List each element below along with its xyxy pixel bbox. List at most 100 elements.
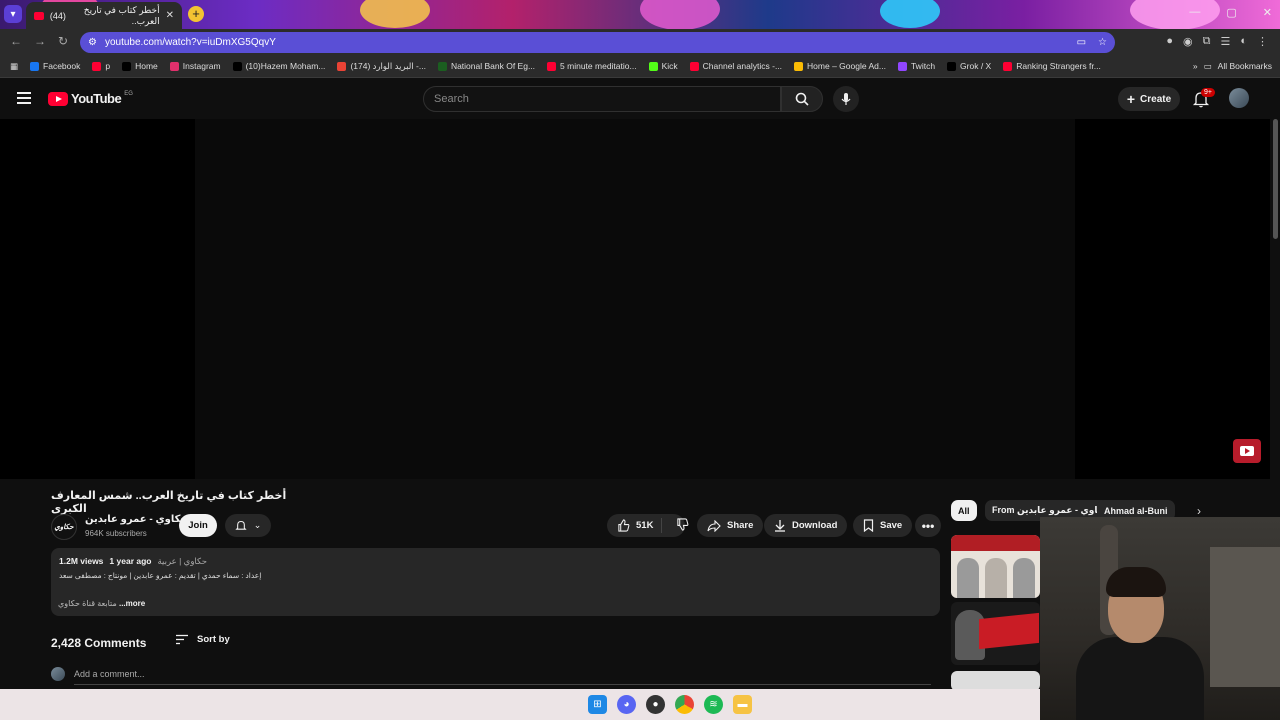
forward-icon[interactable]: → xyxy=(34,34,46,48)
voice-search-button[interactable] xyxy=(833,86,859,112)
sort-label: Sort by xyxy=(197,634,230,645)
sort-comments-button[interactable]: Sort by xyxy=(175,634,230,645)
download-icon xyxy=(775,520,785,532)
user-avatar xyxy=(51,667,65,681)
add-comment-row[interactable]: Add a comment... xyxy=(51,667,145,681)
back-icon[interactable]: ← xyxy=(10,34,22,48)
more-horizontal-icon: ••• xyxy=(921,518,935,533)
bookmark-favicon-icon xyxy=(437,61,447,71)
bookmark-item[interactable]: Ranking Strangers fr... xyxy=(997,61,1107,72)
app-icon[interactable]: ● xyxy=(646,695,665,714)
bookmark-item[interactable]: Grok / X xyxy=(941,61,997,72)
new-tab-button[interactable]: + xyxy=(188,6,204,22)
menu-icon[interactable]: ⋮ xyxy=(1257,35,1268,48)
bookmark-label: Home – Google Ad... xyxy=(807,61,886,71)
bookmark-favicon-icon xyxy=(122,61,132,71)
bookmark-favicon-icon xyxy=(232,61,242,71)
account-avatar[interactable] xyxy=(1229,88,1249,108)
create-button[interactable]: + Create xyxy=(1118,87,1180,111)
chevron-right-icon: » xyxy=(1192,61,1198,71)
thumbnail-banner xyxy=(979,612,1039,650)
recommended-video-thumbnail[interactable] xyxy=(951,671,1040,691)
bookmark-favicon-icon xyxy=(337,61,347,71)
bookmark-item[interactable]: Home xyxy=(116,61,164,72)
recommended-video-thumbnail[interactable] xyxy=(951,535,1040,598)
video-frame[interactable] xyxy=(195,119,1075,479)
bookmark-label: (174) البريد الوارد -... xyxy=(350,60,426,71)
youtube-header: YouTube EG Search + Create 9+ xyxy=(0,79,1280,119)
extensions-puzzle-icon[interactable]: ⧉ xyxy=(1203,35,1211,48)
scrollbar-thumb[interactable] xyxy=(1273,119,1278,239)
guide-menu-icon[interactable] xyxy=(17,92,31,104)
youtube-logo[interactable]: YouTube EG xyxy=(48,91,133,106)
description-box[interactable]: 1.2M views 1 year ago حكاوي | عربية إعدا… xyxy=(51,548,940,616)
download-button[interactable]: Download xyxy=(764,514,848,537)
address-bar[interactable]: ⚙ youtube.com/watch?v=iuDmXG5QqvY ▭ ☆ xyxy=(80,32,1115,53)
search-button[interactable] xyxy=(781,86,823,112)
close-window-icon[interactable]: ✕ xyxy=(1263,6,1272,19)
bookmark-item[interactable]: Facebook xyxy=(24,61,86,72)
bookmark-label: National Bank Of Eg... xyxy=(450,61,536,71)
extension-icon[interactable]: ● xyxy=(1166,35,1173,48)
video-player[interactable] xyxy=(0,119,1270,479)
webcam-person-hair xyxy=(1106,567,1166,597)
bookmark-item[interactable]: 5 minute meditatio... xyxy=(541,61,643,72)
channel-avatar[interactable]: حكاوي xyxy=(51,514,77,540)
save-button[interactable]: Save xyxy=(853,514,913,537)
share-button[interactable]: Share xyxy=(697,514,764,537)
bell-icon xyxy=(235,520,247,530)
site-info-icon[interactable]: ⚙ xyxy=(88,37,97,48)
like-count: 51K xyxy=(636,520,654,531)
bookmark-star-icon[interactable]: ☆ xyxy=(1098,37,1107,48)
more-actions-button[interactable]: ••• xyxy=(915,514,941,537)
create-label: Create xyxy=(1140,93,1172,105)
tab-search-button[interactable]: ▾ xyxy=(4,5,22,23)
close-tab-icon[interactable]: ✕ xyxy=(166,10,174,21)
bookmark-item[interactable]: Kick xyxy=(643,61,684,72)
add-comment-input[interactable]: Add a comment... xyxy=(74,669,145,679)
minimize-icon[interactable]: — xyxy=(1189,6,1200,19)
youtube-watermark-icon[interactable] xyxy=(1233,439,1261,463)
cast-icon[interactable]: ▭ xyxy=(1077,37,1086,48)
bookmark-item[interactable]: (10)Hazem Moham... xyxy=(227,61,332,72)
bookmark-item[interactable]: National Bank Of Eg... xyxy=(432,61,541,72)
chip-all[interactable]: All xyxy=(951,500,977,521)
bookmark-item[interactable]: Instagram xyxy=(164,61,227,72)
bookmark-item[interactable]: p xyxy=(86,61,116,72)
search-input[interactable]: Search xyxy=(423,86,781,112)
dislike-button[interactable] xyxy=(668,517,697,534)
discord-icon[interactable]: ◕ xyxy=(617,695,636,714)
recommended-video-thumbnail[interactable] xyxy=(951,602,1040,665)
bookmark-label: Facebook xyxy=(43,61,81,71)
channel-name[interactable]: حكاوي - عمرو عابدين xyxy=(85,514,188,525)
windows-start-icon[interactable]: ⊞ xyxy=(588,695,607,714)
bookmark-item[interactable]: Channel analytics -... xyxy=(684,61,788,72)
join-button[interactable]: Join xyxy=(179,514,217,537)
like-button[interactable]: 51K xyxy=(607,518,663,533)
reload-icon[interactable]: ↻ xyxy=(58,34,68,48)
video-title: أخطر كتاب في تاريخ العرب.. شمس المعارف ا… xyxy=(51,490,287,515)
description-tags[interactable]: حكاوي | عربية xyxy=(157,556,206,567)
profile-icon[interactable]: ◐ xyxy=(1240,35,1247,48)
reading-list-icon[interactable]: ☰ xyxy=(1220,35,1230,48)
windows-taskbar: ⊞ ◕ ● ≋ ▬ xyxy=(0,689,1040,720)
show-more-button[interactable]: ...more xyxy=(119,599,145,608)
file-explorer-icon[interactable]: ▬ xyxy=(733,695,752,714)
subscription-bell-button[interactable]: ⌄ xyxy=(225,514,271,537)
bookmark-label: Home xyxy=(135,61,158,71)
extension-icon[interactable]: ◉ xyxy=(1183,35,1193,48)
active-tab[interactable]: (44) أخطر كتاب في تاريخ العرب.. ✕ xyxy=(26,2,182,29)
spotify-icon[interactable]: ≋ xyxy=(704,695,723,714)
apps-icon[interactable]: ▦ xyxy=(4,61,24,72)
bookmark-item[interactable]: Home – Google Ad... xyxy=(788,61,892,72)
bookmark-item[interactable]: Twitch xyxy=(892,61,941,72)
bookmark-label: Grok / X xyxy=(960,61,992,71)
chevron-right-icon[interactable]: › xyxy=(1197,504,1201,518)
bookmark-item[interactable]: (174) البريد الوارد -... xyxy=(331,61,432,72)
youtube-play-icon xyxy=(48,91,68,106)
all-bookmarks-button[interactable]: » ▭ All Bookmarks xyxy=(1193,61,1280,72)
chrome-icon[interactable] xyxy=(675,695,694,714)
maximize-icon[interactable]: ▢ xyxy=(1226,6,1236,19)
tab-title: أخطر كتاب في تاريخ العرب.. xyxy=(83,4,160,26)
bookmark-label: Ranking Strangers fr... xyxy=(1016,61,1101,71)
